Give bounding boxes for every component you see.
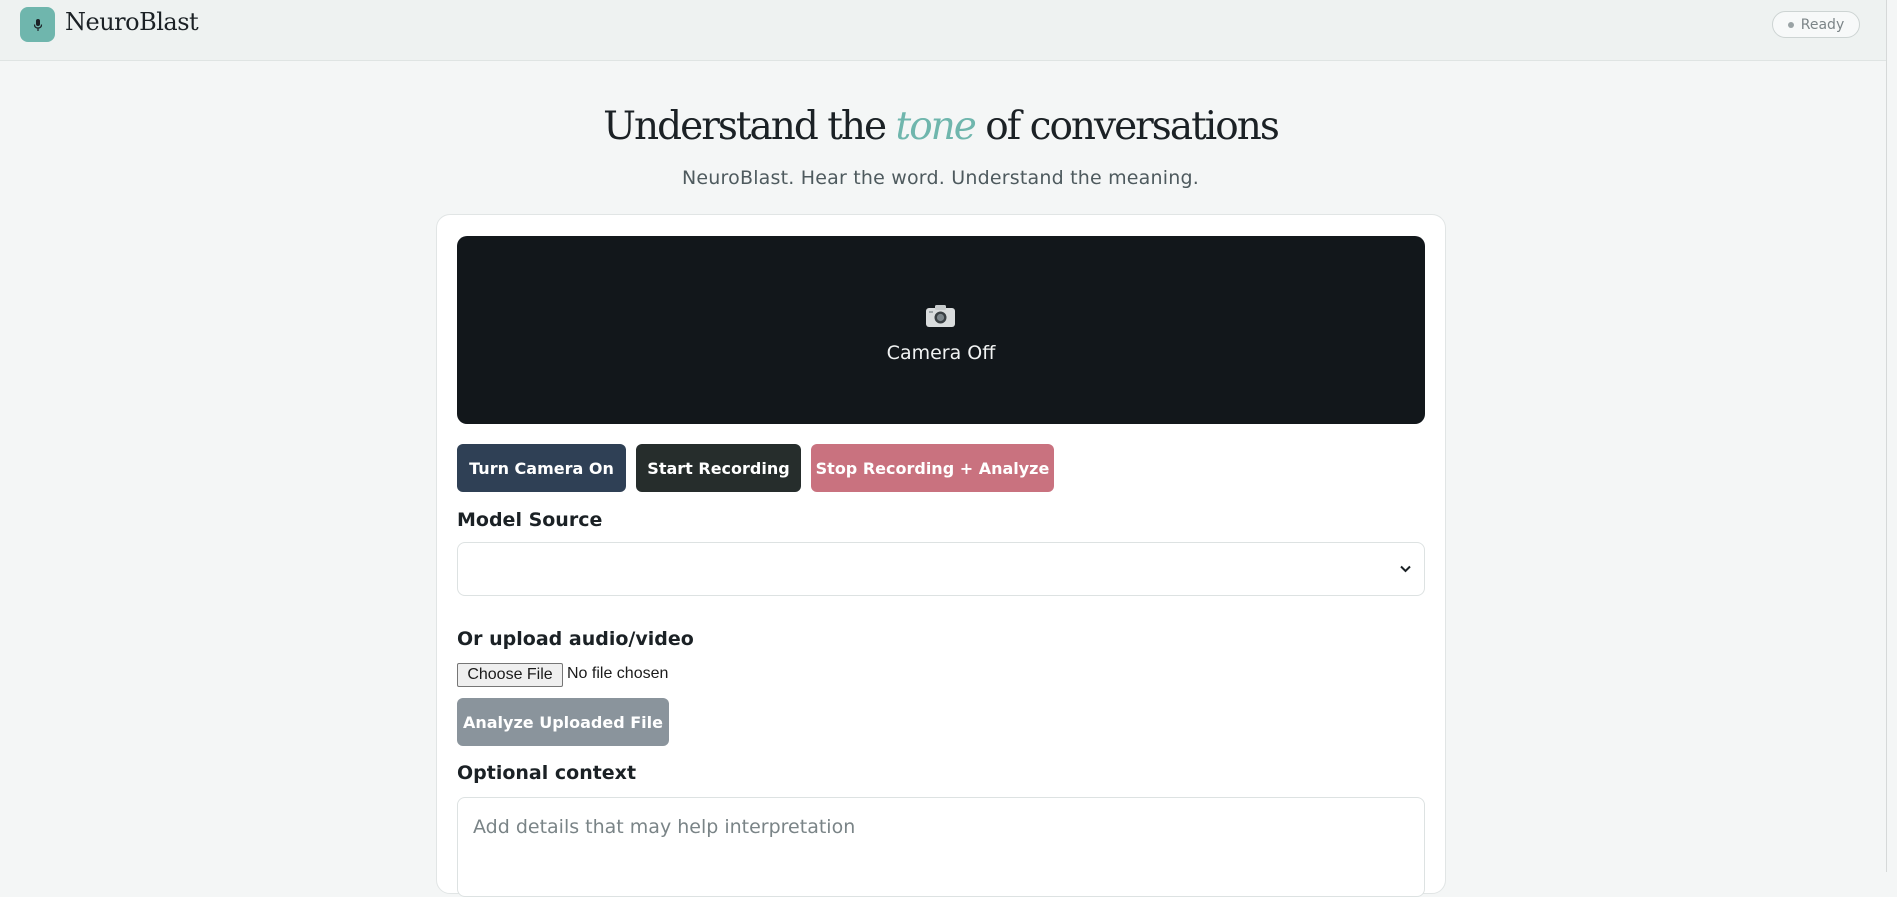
- page-scrollbar[interactable]: [1886, 0, 1897, 872]
- title-part-2: of conversations: [985, 104, 1280, 149]
- context-placeholder: Add details that may help interpretation: [473, 816, 856, 838]
- camera-status-label: Camera Off: [886, 342, 996, 364]
- page-title: Understand the tone of conversations: [0, 104, 1881, 149]
- start-recording-button[interactable]: Start Recording: [636, 444, 801, 492]
- title-part-1: Understand the: [603, 104, 887, 149]
- status-text: Ready: [1800, 16, 1845, 33]
- microphone-icon: [33, 18, 42, 31]
- status-dot-icon: [1787, 21, 1794, 28]
- analyze-uploaded-file-button[interactable]: Analyze Uploaded File: [457, 698, 669, 746]
- logo-mark: [20, 7, 55, 42]
- model-source-select[interactable]: [457, 542, 1425, 596]
- choose-file-button[interactable]: Choose File: [457, 663, 563, 687]
- brand-name: NeuroBlast: [65, 8, 199, 36]
- upload-label: Or upload audio/video: [457, 628, 694, 650]
- camera-preview: [457, 236, 1425, 424]
- chevron-down-icon: [1400, 565, 1411, 573]
- page-subtitle: NeuroBlast. Hear the word. Understand th…: [682, 167, 1199, 189]
- top-navigation-bar: NeuroBlast Ready: [0, 0, 1897, 61]
- file-status-text: No file chosen: [567, 665, 669, 682]
- context-textarea[interactable]: Add details that may help interpretation: [457, 797, 1425, 897]
- title-accent-word: tone: [895, 104, 977, 149]
- model-source-label: Model Source: [457, 509, 603, 531]
- status-badge: Ready: [1772, 11, 1860, 38]
- stop-recording-analyze-button[interactable]: Stop Recording + Analyze: [811, 444, 1054, 492]
- camera-icon: [926, 305, 955, 327]
- optional-context-label: Optional context: [457, 762, 637, 784]
- turn-camera-on-button[interactable]: Turn Camera On: [457, 444, 626, 492]
